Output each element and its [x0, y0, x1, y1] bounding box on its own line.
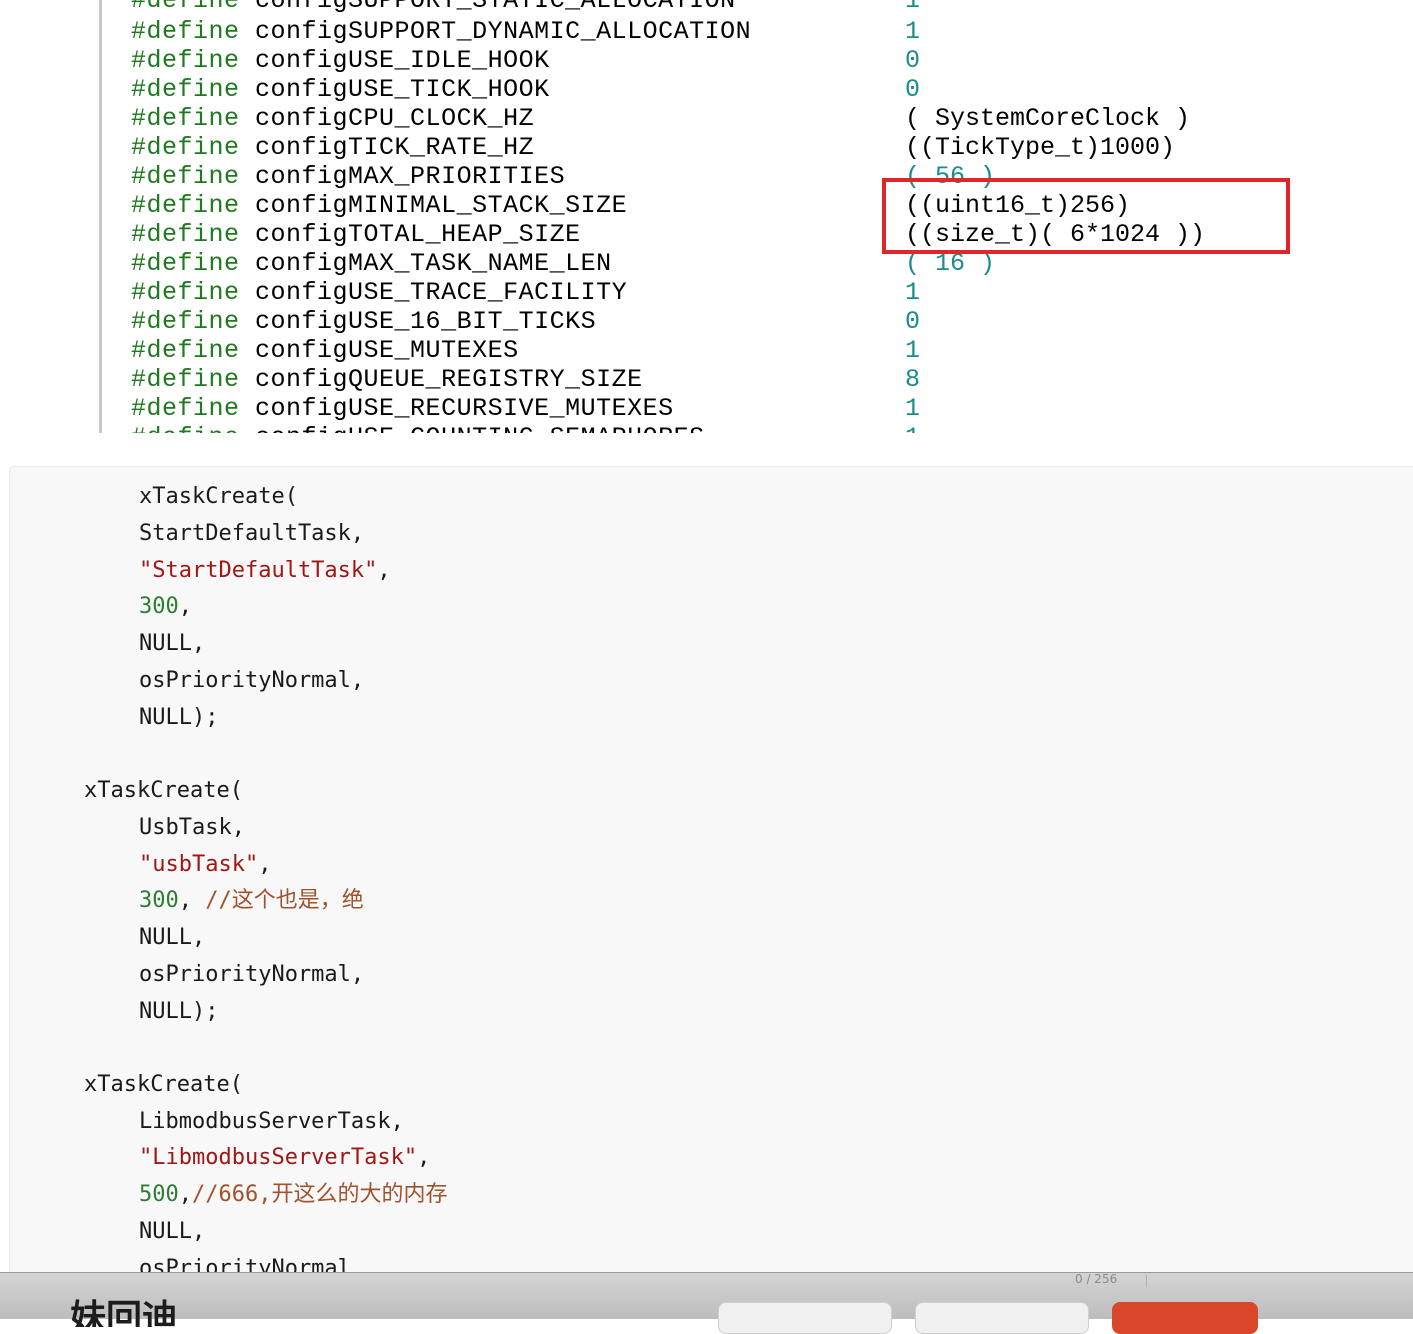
config-line: #define configTICK_RATE_HZ — [131, 133, 535, 162]
config-value: ( SystemCoreClock ) — [905, 104, 1191, 133]
code-line: xTaskCreate( — [84, 778, 243, 803]
code-line: NULL); — [139, 705, 219, 730]
code-line: osPriorityNormal, — [139, 668, 365, 693]
config-line: #define configMAX_PRIORITIES — [131, 162, 566, 191]
config-line: #define configSUPPORT_STATIC_ALLOCATION — [131, 0, 736, 15]
config-value: 1 — [905, 17, 921, 46]
code-line: 500,//666,开这么的大的内存 — [139, 1182, 448, 1207]
code-line: xTaskCreate( — [139, 484, 298, 509]
editor-gutter-line — [99, 0, 102, 433]
bottom-toolbar: 0 / 256 妹回迪 — [0, 1272, 1413, 1334]
config-line: #define configUSE_RECURSIVE_MUTEXES — [131, 394, 674, 423]
code-block: xTaskCreate( StartDefaultTask, "StartDef… — [9, 466, 1413, 1278]
code-line: 300, — [139, 594, 192, 619]
config-line: #define configMINIMAL_STACK_SIZE — [131, 191, 628, 220]
code-line: 300, //这个也是，绝 — [139, 888, 364, 913]
char-counter: 0 / 256 — [1075, 1273, 1118, 1285]
primary-button[interactable] — [1112, 1302, 1258, 1334]
config-line: #define configUSE_COUNTING_SEMAPHORES — [131, 423, 705, 433]
config-line: #define configSUPPORT_DYNAMIC_ALLOCATION — [131, 17, 752, 46]
code-line: xTaskCreate( — [84, 1072, 243, 1097]
config-value: 8 — [905, 365, 921, 394]
code-line: StartDefaultTask, — [139, 521, 365, 546]
secondary-button[interactable] — [718, 1302, 892, 1334]
code-line: NULL, — [139, 631, 206, 656]
code-line: "LibmodbusServerTask", — [139, 1145, 431, 1170]
config-value: 1 — [905, 278, 921, 307]
secondary-button[interactable] — [915, 1302, 1089, 1334]
config-line: #define configTOTAL_HEAP_SIZE — [131, 220, 581, 249]
config-value: ((TickType_t)1000) — [905, 133, 1176, 162]
config-line: #define configUSE_IDLE_HOOK — [131, 46, 550, 75]
config-value: 1 — [905, 0, 921, 15]
config-line: #define configUSE_TICK_HOOK — [131, 75, 550, 104]
freertos-config-screenshot: #define configSUPPORT_STATIC_ALLOCATION … — [0, 0, 1413, 433]
config-value: 1 — [905, 423, 920, 433]
code-line: "usbTask", — [139, 852, 272, 877]
code-line: LibmodbusServerTask, — [139, 1109, 404, 1134]
code-line: UsbTask, — [139, 815, 245, 840]
red-highlight-box — [882, 178, 1290, 254]
config-value: 0 — [905, 75, 921, 104]
code-line: NULL); — [139, 999, 219, 1024]
code-line: "StartDefaultTask", — [139, 558, 391, 583]
code-line: osPriorityNormal, — [139, 962, 365, 987]
config-line: #define configUSE_16_BIT_TICKS — [131, 307, 597, 336]
code-line: NULL, — [139, 1219, 206, 1244]
config-line: #define configMAX_TASK_NAME_LEN — [131, 249, 612, 278]
code-line: NULL, — [139, 925, 206, 950]
config-value: 0 — [905, 307, 921, 336]
config-line: #define configUSE_MUTEXES — [131, 336, 519, 365]
config-value: 1 — [905, 394, 921, 423]
config-line: #define configCPU_CLOCK_HZ — [131, 104, 535, 133]
config-line: #define configUSE_TRACE_FACILITY — [131, 278, 628, 307]
config-value: 1 — [905, 336, 921, 365]
config-value: 0 — [905, 46, 921, 75]
bottom-logo: 妹回迪 — [70, 1298, 179, 1327]
toolbar-divider — [1146, 1275, 1147, 1287]
config-line: #define configQUEUE_REGISTRY_SIZE — [131, 365, 643, 394]
